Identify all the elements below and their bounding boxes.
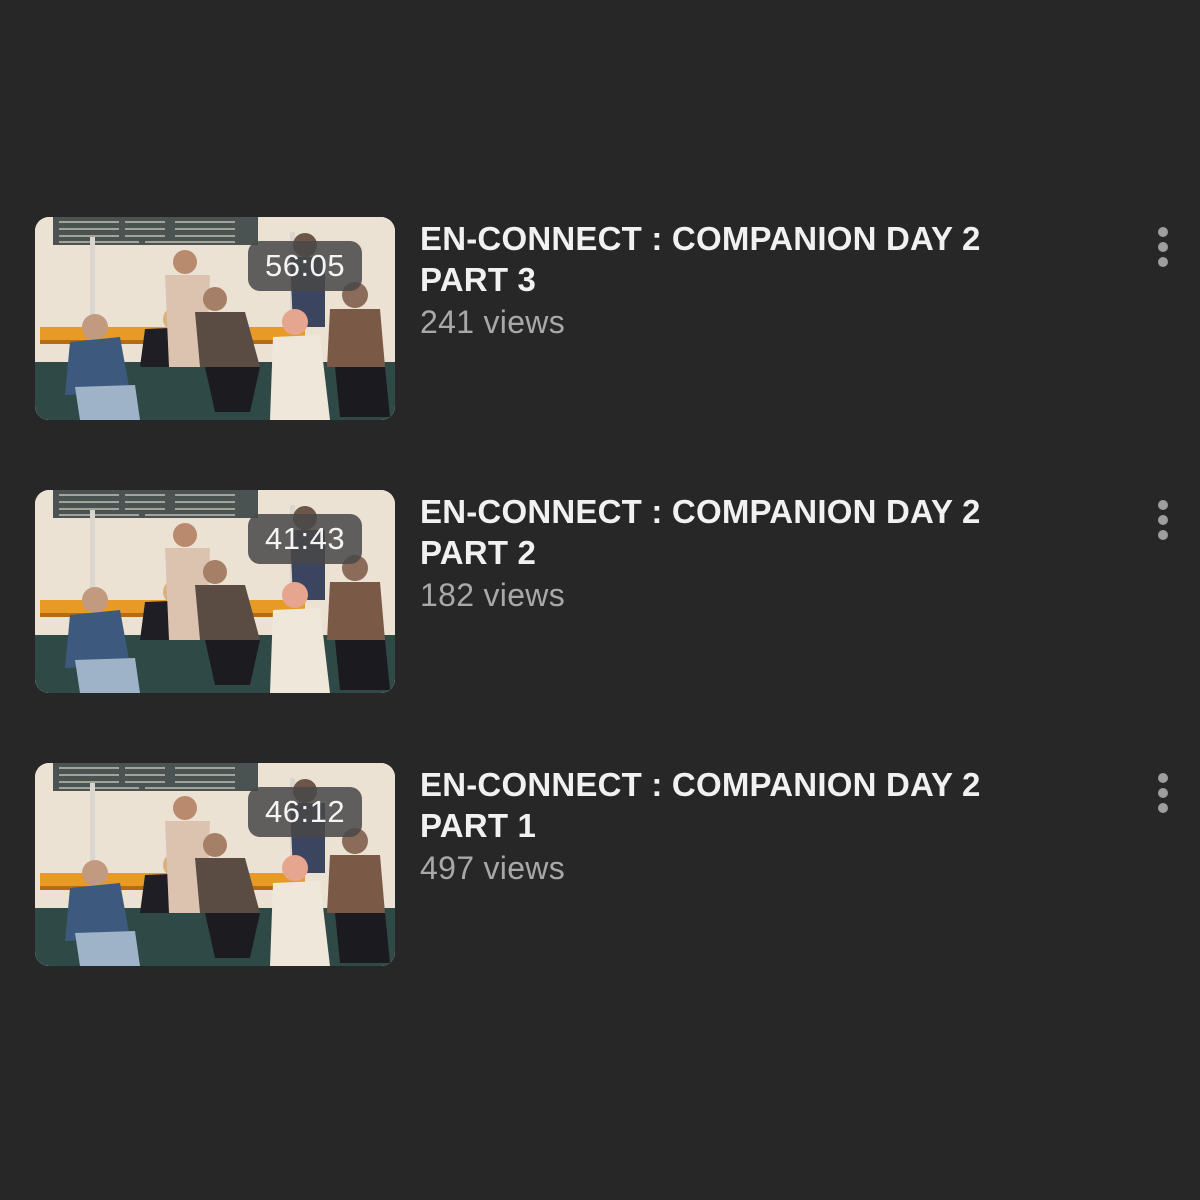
video-title-line: EN-CONNECT : COMPANION DAY 2 [420,220,981,257]
video-title[interactable]: EN-CONNECT : COMPANION DAY 2 PART 3 [420,217,1100,300]
video-duration-badge: 46:12 [248,787,363,837]
video-duration-badge: 41:43 [248,514,363,564]
video-title-line: PART 2 [420,534,537,571]
video-thumbnail[interactable]: 56:05 [35,217,395,420]
video-title-line: PART 1 [420,807,537,844]
more-vertical-icon[interactable] [1145,223,1181,271]
video-view-count: 497 views [420,850,565,886]
video-title[interactable]: EN-CONNECT : COMPANION DAY 2 PART 1 [420,763,1100,846]
video-view-count: 182 views [420,577,565,613]
video-duration-badge: 56:05 [248,241,363,291]
video-list-item[interactable]: 41:43 EN-CONNECT : COMPANION DAY 2 PART … [35,490,1185,693]
video-view-count: 241 views [420,304,565,340]
video-list-item[interactable]: 46:12 EN-CONNECT : COMPANION DAY 2 PART … [35,763,1185,966]
more-vertical-icon[interactable] [1145,769,1181,817]
video-list-item[interactable]: 56:05 EN-CONNECT : COMPANION DAY 2 PART … [35,217,1185,420]
video-title-line: EN-CONNECT : COMPANION DAY 2 [420,766,981,803]
video-list-page: 56:05 EN-CONNECT : COMPANION DAY 2 PART … [0,0,1200,1200]
video-title-line: EN-CONNECT : COMPANION DAY 2 [420,493,981,530]
video-title-line: PART 3 [420,261,537,298]
video-thumbnail[interactable]: 41:43 [35,490,395,693]
more-vertical-icon[interactable] [1145,496,1181,544]
video-title[interactable]: EN-CONNECT : COMPANION DAY 2 PART 2 [420,490,1100,573]
video-thumbnail[interactable]: 46:12 [35,763,395,966]
